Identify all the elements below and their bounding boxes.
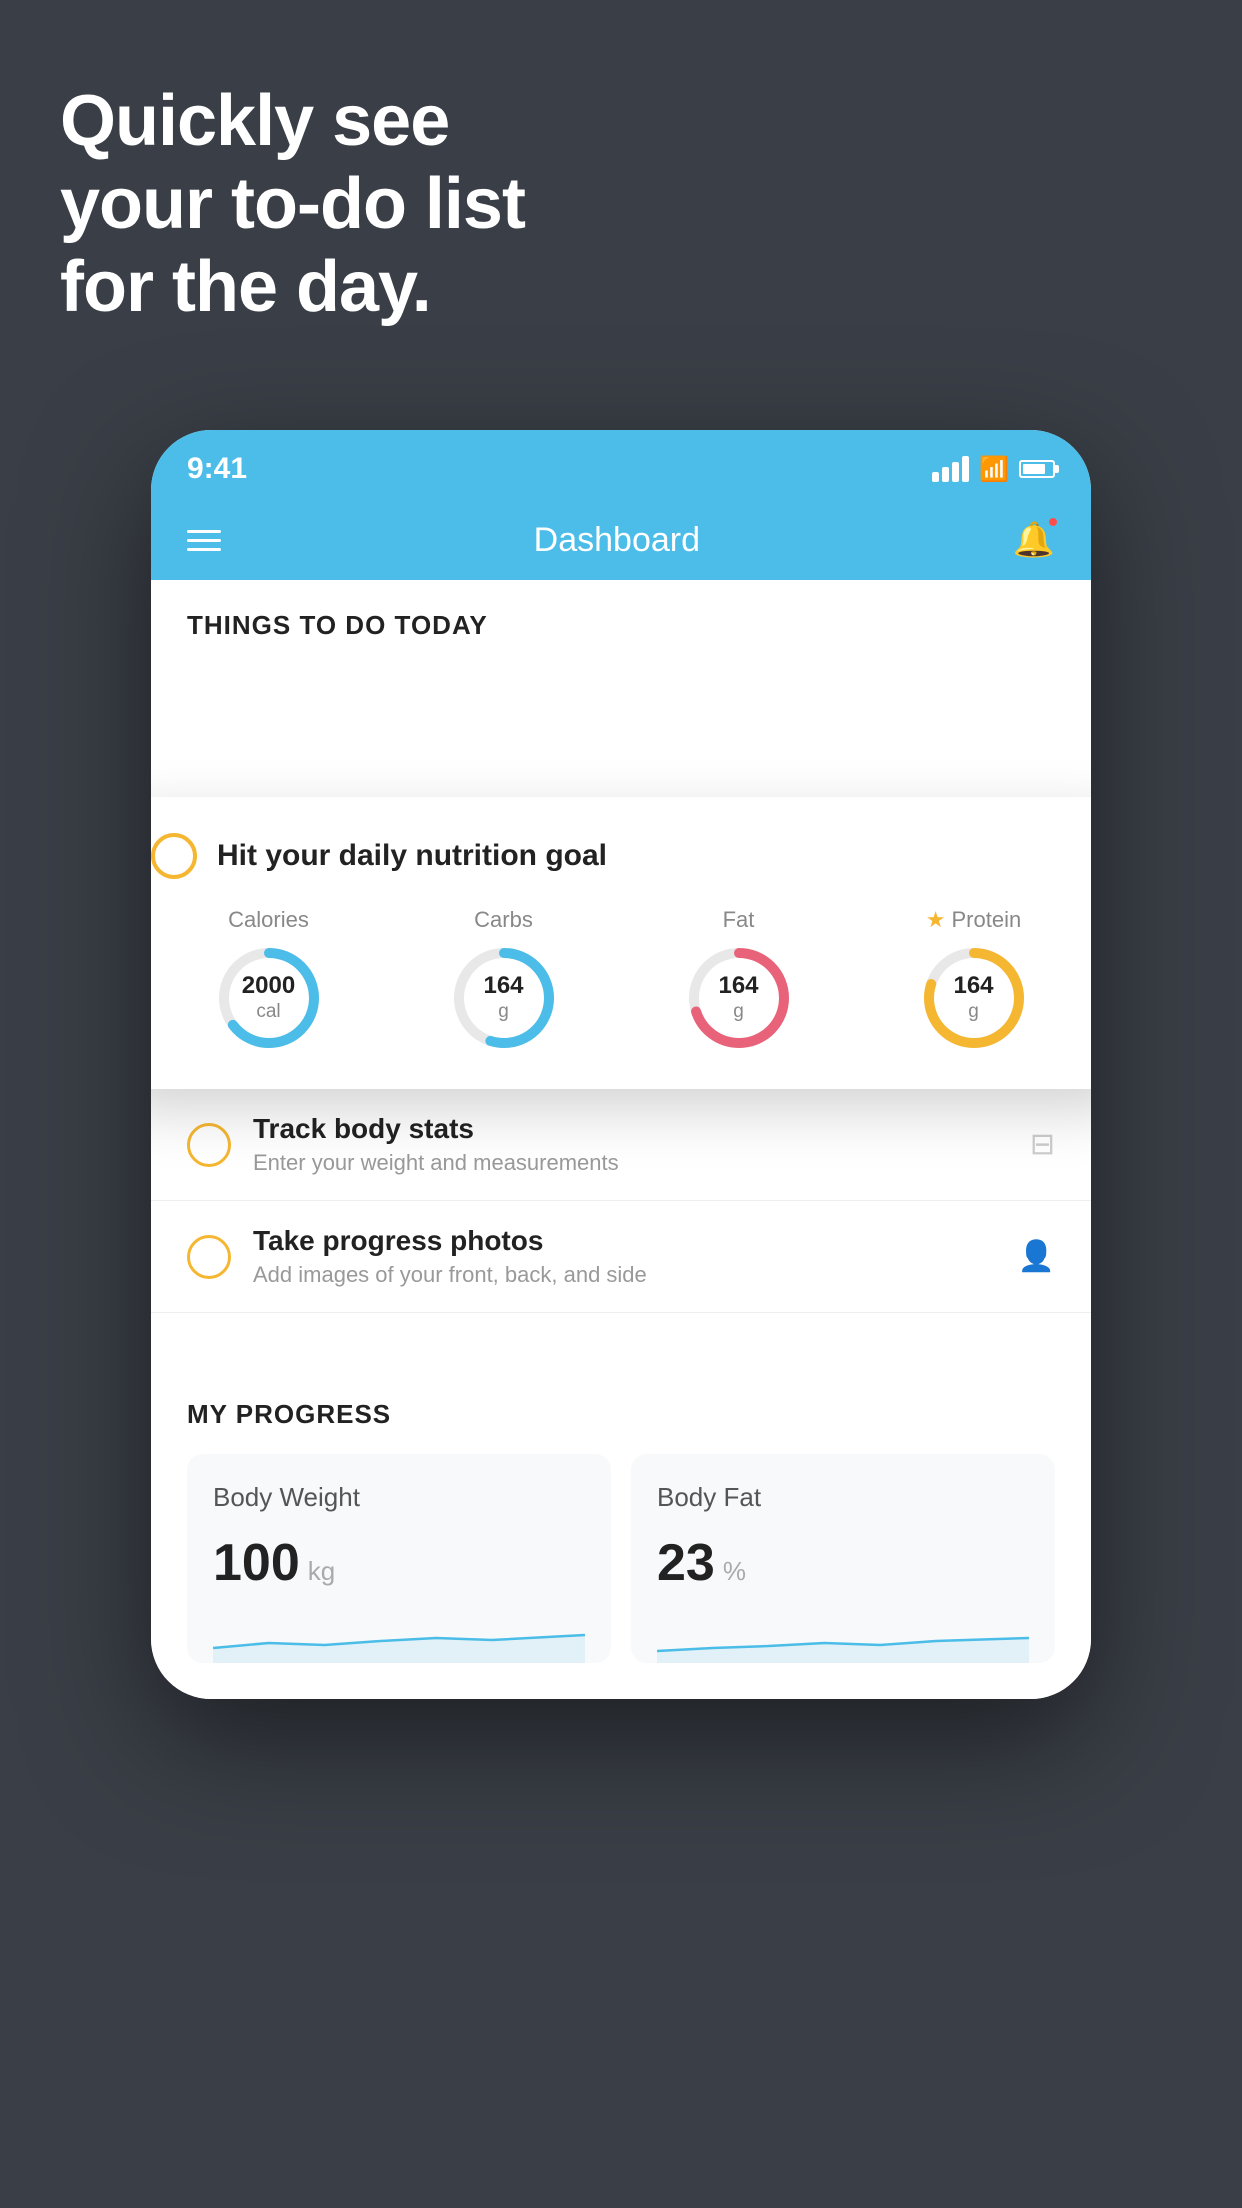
body-weight-chart — [213, 1613, 585, 1663]
carbs-label: Carbs — [474, 907, 533, 933]
hero-text: Quickly see your to-do list for the day. — [60, 80, 525, 328]
fat-value: 164 g — [718, 972, 758, 1024]
body-fat-card: Body Fat 23 % — [631, 1454, 1055, 1663]
body-fat-chart — [657, 1613, 1029, 1663]
calories-value: 2000 cal — [242, 972, 295, 1024]
things-section-header: THINGS TO DO TODAY — [151, 580, 1091, 657]
phone-mockup: 9:41 📶 Dashboard 🔔 — [151, 430, 1091, 1699]
scale-icon: ⊟ — [1030, 1127, 1055, 1162]
body-stats-text: Track body stats Enter your weight and m… — [253, 1113, 1030, 1176]
fat-donut: 164 g — [684, 943, 794, 1053]
calories-label: Calories — [228, 907, 309, 933]
protein-item: ★ Protein 164 g — [919, 907, 1029, 1053]
photo-icon: 👤 — [1018, 1239, 1055, 1274]
carbs-donut: 164 g — [449, 943, 559, 1053]
wifi-icon: 📶 — [979, 455, 1009, 484]
progress-cards: Body Weight 100 kg Bo — [187, 1454, 1055, 1663]
nutrition-circles: Calories 2000 cal — [151, 907, 1091, 1053]
fat-label: Fat — [723, 907, 755, 933]
carbs-value: 164 g — [483, 972, 523, 1024]
carbs-item: Carbs 164 g — [449, 907, 559, 1053]
list-item-photos[interactable]: Take progress photos Add images of your … — [151, 1201, 1091, 1313]
body-fat-value: 23 % — [657, 1533, 1029, 1593]
protein-value: 164 g — [953, 972, 993, 1024]
calories-item: Calories 2000 cal — [214, 907, 324, 1053]
battery-icon — [1019, 460, 1055, 478]
body-stats-checkbox[interactable] — [187, 1123, 231, 1167]
progress-section: MY PROGRESS Body Weight 100 kg — [151, 1363, 1091, 1699]
body-fat-title: Body Fat — [657, 1482, 1029, 1513]
goal-checkbox[interactable] — [151, 833, 197, 879]
notification-dot — [1047, 516, 1059, 528]
status-time: 9:41 — [187, 452, 247, 486]
photos-text: Take progress photos Add images of your … — [253, 1225, 1018, 1288]
notifications-button[interactable]: 🔔 — [1013, 520, 1055, 560]
nav-bar: Dashboard 🔔 — [151, 500, 1091, 580]
nutrition-goal-title: Hit your daily nutrition goal — [217, 839, 607, 873]
fat-item: Fat 164 g — [684, 907, 794, 1053]
progress-header: MY PROGRESS — [187, 1399, 1055, 1430]
star-icon: ★ — [926, 907, 946, 933]
nav-title: Dashboard — [534, 521, 700, 560]
app-content: THINGS TO DO TODAY Hit your daily nutrit… — [151, 580, 1091, 1699]
photos-checkbox[interactable] — [187, 1235, 231, 1279]
signal-icon — [932, 456, 969, 482]
status-bar: 9:41 📶 — [151, 430, 1091, 500]
phone-shell: 9:41 📶 Dashboard 🔔 — [151, 430, 1091, 1699]
status-icons: 📶 — [932, 455, 1055, 484]
protein-label: ★ Protein — [926, 907, 1021, 933]
nutrition-card: Hit your daily nutrition goal Calories — [151, 797, 1091, 1089]
menu-button[interactable] — [187, 530, 221, 551]
body-weight-card: Body Weight 100 kg — [187, 1454, 611, 1663]
protein-donut: 164 g — [919, 943, 1029, 1053]
body-weight-title: Body Weight — [213, 1482, 585, 1513]
list-item-body-stats[interactable]: Track body stats Enter your weight and m… — [151, 1089, 1091, 1201]
nutrition-goal-header: Hit your daily nutrition goal — [151, 833, 1091, 879]
body-weight-value: 100 kg — [213, 1533, 585, 1593]
calories-donut: 2000 cal — [214, 943, 324, 1053]
